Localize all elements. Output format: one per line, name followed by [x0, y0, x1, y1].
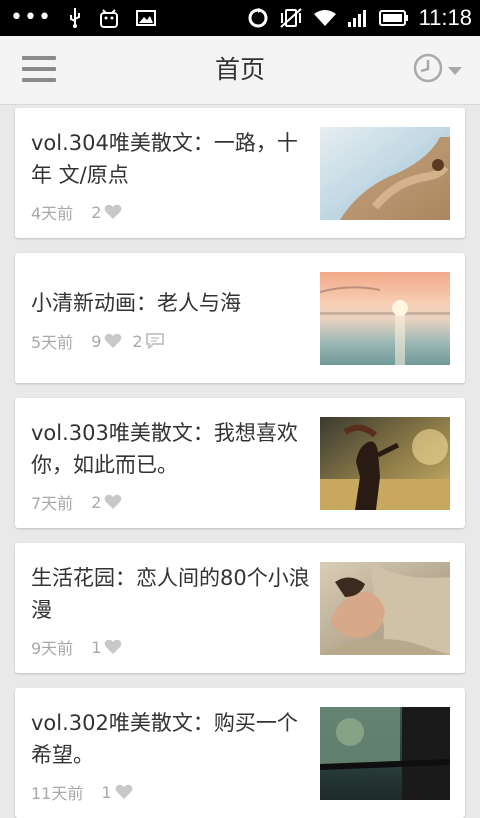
article-card[interactable]: vol.304唯美散文：一路，十年 文/原点 4天前 2 — [15, 108, 465, 238]
article-meta: 7天前 2 — [31, 490, 132, 514]
page-title: 首页 — [214, 55, 265, 84]
article-time: 5天前 — [31, 333, 74, 352]
article-thumbnail — [320, 272, 450, 365]
vibrate-off-icon — [279, 7, 303, 29]
image-icon — [135, 9, 156, 27]
like-count: 9 — [91, 331, 102, 351]
article-card[interactable]: 小清新动画：老人与海 5天前 9 2 — [15, 253, 465, 383]
clock-time: 11:18 — [418, 5, 472, 30]
article-card[interactable]: 生活花园：恋人间的80个小浪漫 9天前 1 — [15, 543, 465, 673]
android-debug-icon — [98, 7, 120, 29]
heart-icon — [115, 784, 133, 800]
heart-icon — [104, 333, 122, 349]
article-title: vol.302唯美散文：购买一个希望。 — [31, 711, 298, 767]
article-time: 4天前 — [31, 204, 74, 223]
signal-icon — [347, 8, 369, 28]
heart-icon — [104, 639, 122, 655]
like-count: 1 — [91, 637, 102, 657]
usb-icon — [68, 7, 82, 29]
article-title: 小清新动画：老人与海 — [31, 291, 241, 315]
article-time: 7天前 — [31, 494, 74, 513]
comment-count: 2 — [132, 331, 143, 351]
wifi-icon — [313, 8, 337, 28]
sync-icon — [247, 7, 269, 29]
article-thumbnail — [320, 417, 450, 510]
article-title: vol.304唯美散文：一路，十年 文/原点 — [31, 131, 298, 187]
chevron-down-icon — [448, 61, 462, 80]
article-time: 9天前 — [31, 639, 74, 658]
article-title: vol.303唯美散文：我想喜欢你，如此而已。 — [31, 421, 298, 477]
article-thumbnail — [320, 127, 450, 220]
like-count: 1 — [101, 782, 112, 802]
article-thumbnail — [320, 707, 450, 800]
clock-icon — [412, 52, 444, 88]
article-meta: 9天前 1 — [31, 635, 132, 659]
article-meta: 4天前 2 — [31, 200, 132, 224]
article-thumbnail — [320, 562, 450, 655]
like-count: 2 — [91, 202, 102, 222]
status-bar: ••• 11:18 — [0, 0, 480, 36]
menu-icon[interactable] — [22, 56, 56, 84]
article-meta: 11天前 1 — [31, 780, 143, 804]
comment-icon — [145, 333, 164, 349]
article-title: 生活花园：恋人间的80个小浪漫 — [31, 566, 310, 622]
heart-icon — [104, 494, 122, 510]
notification-dots: ••• — [10, 5, 52, 30]
like-count: 2 — [91, 492, 102, 512]
heart-icon — [104, 204, 122, 220]
article-time: 11天前 — [31, 784, 84, 803]
article-meta: 5天前 9 2 — [31, 329, 174, 353]
article-card[interactable]: vol.302唯美散文：购买一个希望。 11天前 1 — [15, 688, 465, 818]
history-dropdown-button[interactable] — [412, 53, 466, 87]
battery-icon — [378, 9, 409, 27]
app-bar: 首页 — [0, 36, 480, 105]
article-card[interactable]: vol.303唯美散文：我想喜欢你，如此而已。 7天前 2 — [15, 398, 465, 528]
